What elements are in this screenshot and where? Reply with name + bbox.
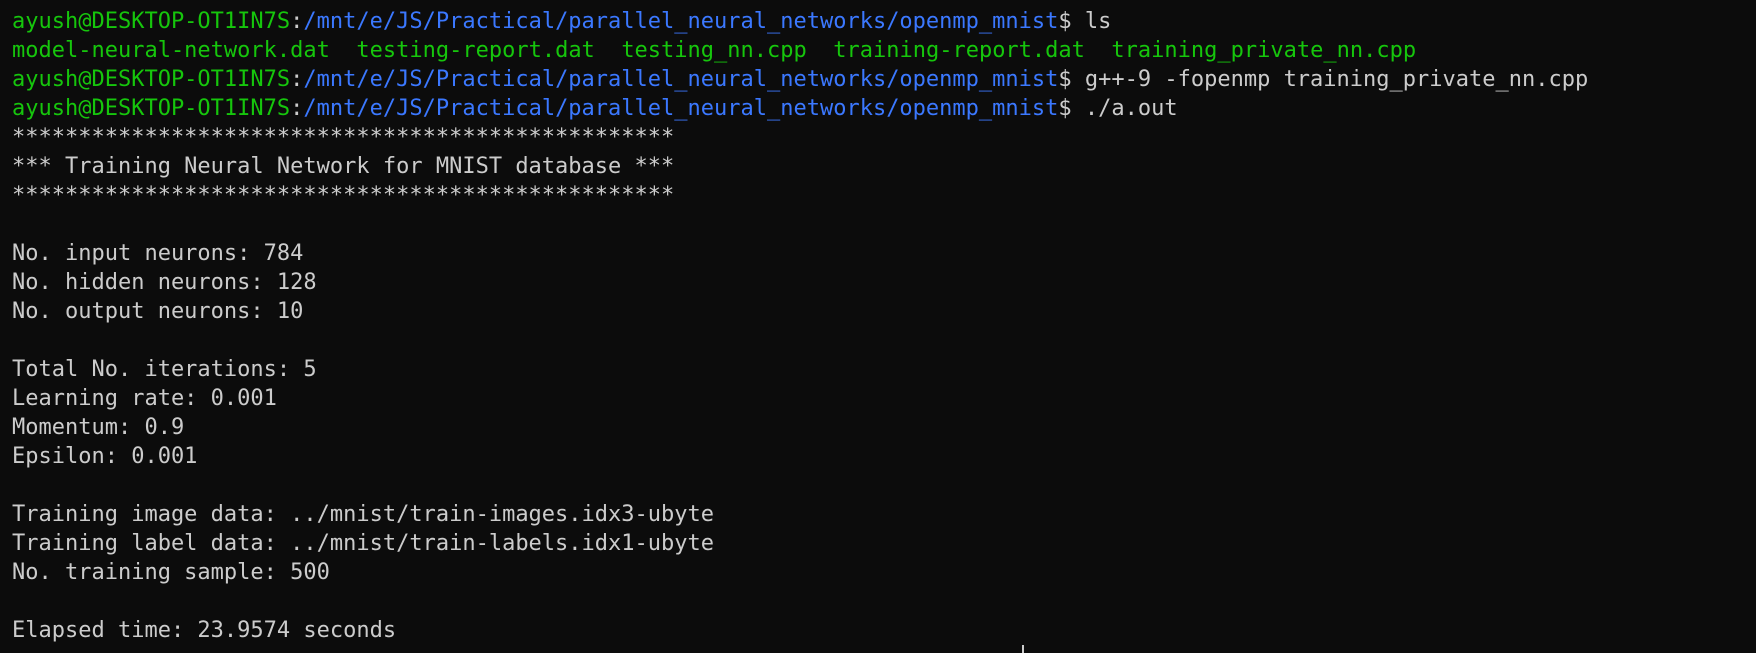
banner-stars-bottom: ****************************************… [12, 183, 675, 208]
prompt-path: /mnt/e/JS/Practical/parallel_neural_netw… [303, 9, 1059, 34]
cut-off-line [12, 645, 1756, 653]
banner-title: *** Training Neural Network for MNIST da… [12, 154, 675, 179]
iterations-line: Total No. iterations: 5 [12, 357, 317, 382]
learning-rate-line: Learning rate: 0.001 [12, 386, 277, 411]
banner-stars-top: ****************************************… [12, 125, 675, 150]
prompt-user-host: ayush@DESKTOP-OT1IN7S [12, 96, 291, 121]
input-neurons-line: No. input neurons: 784 [12, 241, 304, 266]
label-data-line: Training label data: ../mnist/train-labe… [12, 531, 714, 556]
file-entry: training_private_nn.cpp [1111, 38, 1417, 63]
prompt-symbol: $ [1058, 96, 1072, 121]
file-entry: training-report.dat [833, 38, 1085, 63]
ls-output-line: model-neural-network.dat testing-report.… [12, 36, 1756, 65]
elapsed-time-line: Elapsed time: 23.9574 seconds [12, 618, 397, 643]
file-entry: model-neural-network.dat [12, 38, 330, 63]
command-ls: ls [1071, 9, 1112, 34]
prompt-line-run: ayush@DESKTOP-OT1IN7S:/mnt/e/JS/Practica… [12, 94, 1756, 123]
prompt-path: /mnt/e/JS/Practical/parallel_neural_netw… [303, 67, 1059, 92]
epsilon-line: Epsilon: 0.001 [12, 444, 198, 469]
hidden-neurons-line: No. hidden neurons: 128 [12, 270, 317, 295]
image-data-line: Training image data: ../mnist/train-imag… [12, 502, 714, 527]
prompt-line-compile: ayush@DESKTOP-OT1IN7S:/mnt/e/JS/Practica… [12, 65, 1756, 94]
prompt-symbol: $ [1058, 9, 1072, 34]
prompt-symbol: $ [1058, 67, 1072, 92]
prompt-separator: : [290, 67, 304, 92]
momentum-line: Momentum: 0.9 [12, 415, 185, 440]
text-cursor [1022, 645, 1024, 653]
command-run: ./a.out [1071, 96, 1178, 121]
prompt-separator: : [290, 9, 304, 34]
terminal-window[interactable]: ayush@DESKTOP-OT1IN7S:/mnt/e/JS/Practica… [0, 0, 1756, 653]
samples-line: No. training sample: 500 [12, 560, 330, 585]
prompt-separator: : [290, 96, 304, 121]
prompt-user-host: ayush@DESKTOP-OT1IN7S [12, 67, 291, 92]
file-entry: testing-report.dat [356, 38, 595, 63]
command-compile: g++-9 -fopenmp training_private_nn.cpp [1071, 67, 1589, 92]
prompt-user-host: ayush@DESKTOP-OT1IN7S [12, 9, 291, 34]
output-neurons-line: No. output neurons: 10 [12, 299, 304, 324]
prompt-path: /mnt/e/JS/Practical/parallel_neural_netw… [303, 96, 1059, 121]
file-entry: testing_nn.cpp [621, 38, 807, 63]
prompt-line-ls: ayush@DESKTOP-OT1IN7S:/mnt/e/JS/Practica… [12, 7, 1756, 36]
